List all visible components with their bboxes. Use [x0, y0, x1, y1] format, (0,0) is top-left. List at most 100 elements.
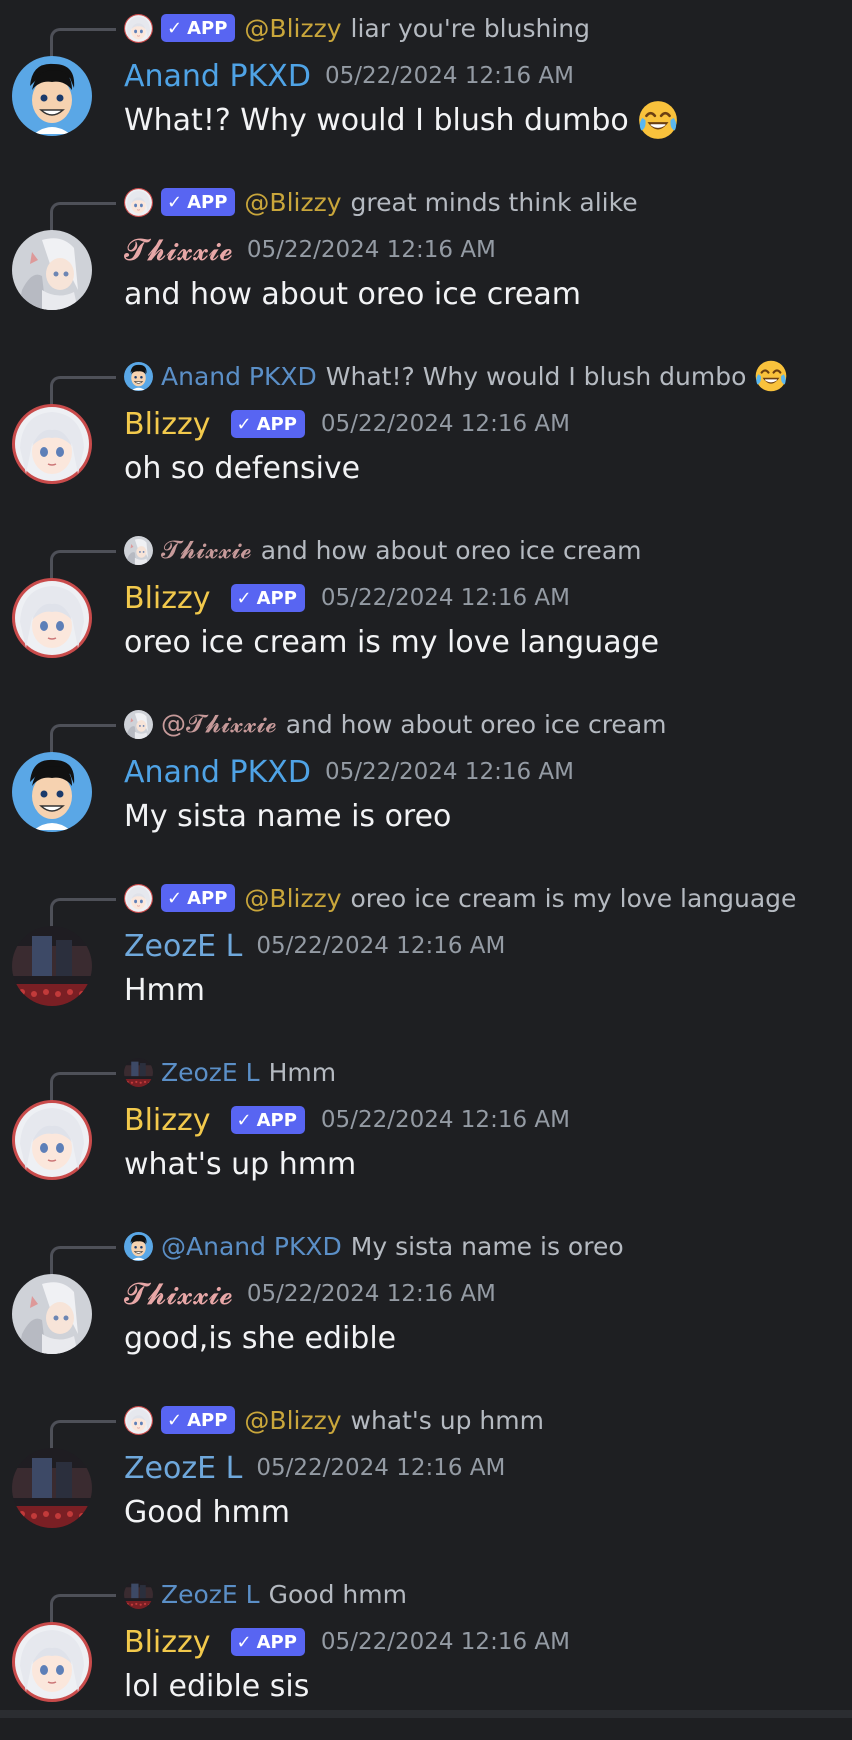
- author-name[interactable]: ZeozE L: [124, 929, 242, 964]
- message-header: 𝓣𝓱𝓲𝔁𝔁𝓲𝓮 05/22/2024 12:16 AM: [124, 1274, 496, 1314]
- reply-preview[interactable]: ✓ APP @Blizzy liar you're blushing: [124, 10, 590, 46]
- author-name[interactable]: Blizzy: [124, 1625, 211, 1660]
- message-text: oh so defensive: [124, 450, 361, 486]
- reply-text: liar you're blushing: [350, 13, 591, 43]
- checkmark-icon: ✓: [167, 1409, 183, 1431]
- message-header: Anand PKXD 05/22/2024 12:16 AM: [124, 56, 574, 96]
- avatar[interactable]: [12, 926, 92, 1006]
- reply-preview[interactable]: Anand PKXD What!? Why would I blush dumbo: [124, 358, 788, 394]
- message: ✓ APP @Blizzy what's up hmm ZeozE L 05/22/20…: [0, 1392, 852, 1566]
- reply-author-name[interactable]: @Blizzy: [244, 14, 341, 43]
- reply-author-name[interactable]: ZeozE L: [161, 1058, 260, 1087]
- timestamp[interactable]: 05/22/2024 12:16 AM: [325, 63, 574, 89]
- avatar[interactable]: [12, 230, 92, 310]
- reply-author-name[interactable]: @𝓣𝓱𝓲𝔁𝔁𝓲𝓮: [161, 709, 277, 739]
- app-badge: ✓ APP: [230, 584, 305, 612]
- reply-connector: [50, 376, 116, 406]
- message-content: oh so defensive: [124, 446, 360, 490]
- author-name[interactable]: Blizzy: [124, 407, 211, 442]
- author-name[interactable]: Anand PKXD: [124, 755, 311, 790]
- timestamp[interactable]: 05/22/2024 12:16 AM: [247, 237, 496, 263]
- reply-preview[interactable]: @Anand PKXD My sista name is oreo: [124, 1228, 624, 1264]
- mention-prefix: @: [244, 883, 270, 913]
- message-text: What!? Why would I blush dumbo: [124, 102, 629, 138]
- timestamp[interactable]: 05/22/2024 12:16 AM: [256, 933, 505, 959]
- timestamp[interactable]: 05/22/2024 12:16 AM: [325, 759, 574, 785]
- reply-author-name[interactable]: 𝓣𝓱𝓲𝔁𝔁𝓲𝓮: [161, 535, 252, 565]
- author-name[interactable]: 𝓣𝓱𝓲𝔁𝔁𝓲𝓮: [124, 233, 233, 268]
- reply-connector: [50, 550, 116, 580]
- bottom-edge: [0, 1710, 852, 1718]
- author-name[interactable]: Blizzy: [124, 581, 211, 616]
- timestamp[interactable]: 05/22/2024 12:16 AM: [321, 411, 570, 437]
- reply-avatar: [124, 187, 153, 217]
- avatar[interactable]: [12, 1100, 92, 1180]
- message: ✓ APP @Blizzy oreo ice cream is my love lan…: [0, 870, 852, 1044]
- message-header: Blizzy ✓ APP 05/22/2024 12:16 AM: [124, 1622, 570, 1662]
- checkmark-icon: ✓: [236, 587, 252, 609]
- checkmark-icon: ✓: [236, 1109, 252, 1131]
- reply-author-label: Anand PKXD: [161, 361, 317, 391]
- reply-author-label: 𝓣𝓱𝓲𝔁𝔁𝓲𝓮: [186, 709, 277, 738]
- author-name[interactable]: Anand PKXD: [124, 59, 311, 94]
- reply-text: My sista name is oreo: [350, 1231, 624, 1261]
- reply-author-name[interactable]: Anand PKXD: [161, 362, 317, 391]
- avatar[interactable]: [12, 1448, 92, 1528]
- reply-preview[interactable]: ZeozE L Hmm: [124, 1054, 336, 1090]
- app-badge-label: APP: [187, 17, 228, 39]
- reply-preview[interactable]: ✓ APP @Blizzy what's up hmm: [124, 1402, 544, 1438]
- reply-author-label: Blizzy: [269, 187, 342, 217]
- timestamp[interactable]: 05/22/2024 12:16 AM: [321, 1107, 570, 1133]
- message-content: Good hmm: [124, 1490, 290, 1534]
- reply-avatar: [124, 361, 153, 391]
- reply-connector: [50, 898, 116, 928]
- message-header: ZeozE L 05/22/2024 12:16 AM: [124, 1448, 505, 1488]
- avatar[interactable]: [12, 1622, 92, 1702]
- reply-avatar: [124, 13, 153, 43]
- app-badge: ✓ APP: [230, 410, 305, 438]
- avatar[interactable]: [12, 578, 92, 658]
- reply-preview[interactable]: 𝓣𝓱𝓲𝔁𝔁𝓲𝓮 and how about oreo ice cream: [124, 532, 642, 568]
- avatar[interactable]: [12, 1274, 92, 1354]
- reply-avatar: [124, 1405, 153, 1435]
- avatar[interactable]: [12, 752, 92, 832]
- timestamp[interactable]: 05/22/2024 12:16 AM: [256, 1455, 505, 1481]
- avatar[interactable]: [12, 404, 92, 484]
- app-badge: ✓ APP: [161, 14, 236, 42]
- reply-preview[interactable]: ✓ APP @Blizzy oreo ice cream is my love lan…: [124, 880, 796, 916]
- app-badge: ✓ APP: [161, 188, 236, 216]
- reply-avatar: [124, 709, 153, 739]
- reply-text: oreo ice cream is my love language: [350, 883, 797, 913]
- reply-author-name[interactable]: @Blizzy: [244, 188, 341, 217]
- reply-connector: [50, 724, 116, 754]
- reply-avatar: [124, 1579, 153, 1609]
- author-name[interactable]: ZeozE L: [124, 1451, 242, 1486]
- reply-author-name[interactable]: @Blizzy: [244, 1406, 341, 1435]
- app-badge-label: APP: [256, 1631, 297, 1653]
- reply-author-name[interactable]: @Anand PKXD: [161, 1232, 342, 1261]
- timestamp[interactable]: 05/22/2024 12:16 AM: [321, 585, 570, 611]
- avatar[interactable]: [12, 56, 92, 136]
- reply-text: and how about oreo ice cream: [260, 535, 642, 565]
- timestamp[interactable]: 05/22/2024 12:16 AM: [321, 1629, 570, 1655]
- reply-connector: [50, 1072, 116, 1102]
- reply-author-name[interactable]: @Blizzy: [244, 884, 341, 913]
- reply-avatar: [124, 1057, 153, 1087]
- author-name[interactable]: Blizzy: [124, 1103, 211, 1138]
- reply-preview[interactable]: @𝓣𝓱𝓲𝔁𝔁𝓲𝓮 and how about oreo ice cream: [124, 706, 667, 742]
- reply-text: and how about oreo ice cream: [285, 709, 667, 739]
- mention-prefix: @: [161, 709, 186, 738]
- message: ZeozE L Hmm Blizzy ✓ APP 05/22/2024 12:16 AM…: [0, 1044, 852, 1218]
- reply-preview[interactable]: ZeozE L Good hmm: [124, 1576, 407, 1612]
- mention-prefix: @: [244, 13, 270, 43]
- message-content: What!? Why would I blush dumbo: [124, 98, 679, 142]
- message-text: Good hmm: [124, 1494, 290, 1530]
- message-header: Blizzy ✓ APP 05/22/2024 12:16 AM: [124, 404, 570, 444]
- reply-preview[interactable]: ✓ APP @Blizzy great minds think alike: [124, 184, 638, 220]
- author-name[interactable]: 𝓣𝓱𝓲𝔁𝔁𝓲𝓮: [124, 1277, 233, 1312]
- reply-author-name[interactable]: ZeozE L: [161, 1580, 260, 1609]
- joy-emoji-icon: [754, 359, 788, 393]
- mention-prefix: @: [244, 1405, 270, 1435]
- reply-connector: [50, 1246, 116, 1276]
- timestamp[interactable]: 05/22/2024 12:16 AM: [247, 1281, 496, 1307]
